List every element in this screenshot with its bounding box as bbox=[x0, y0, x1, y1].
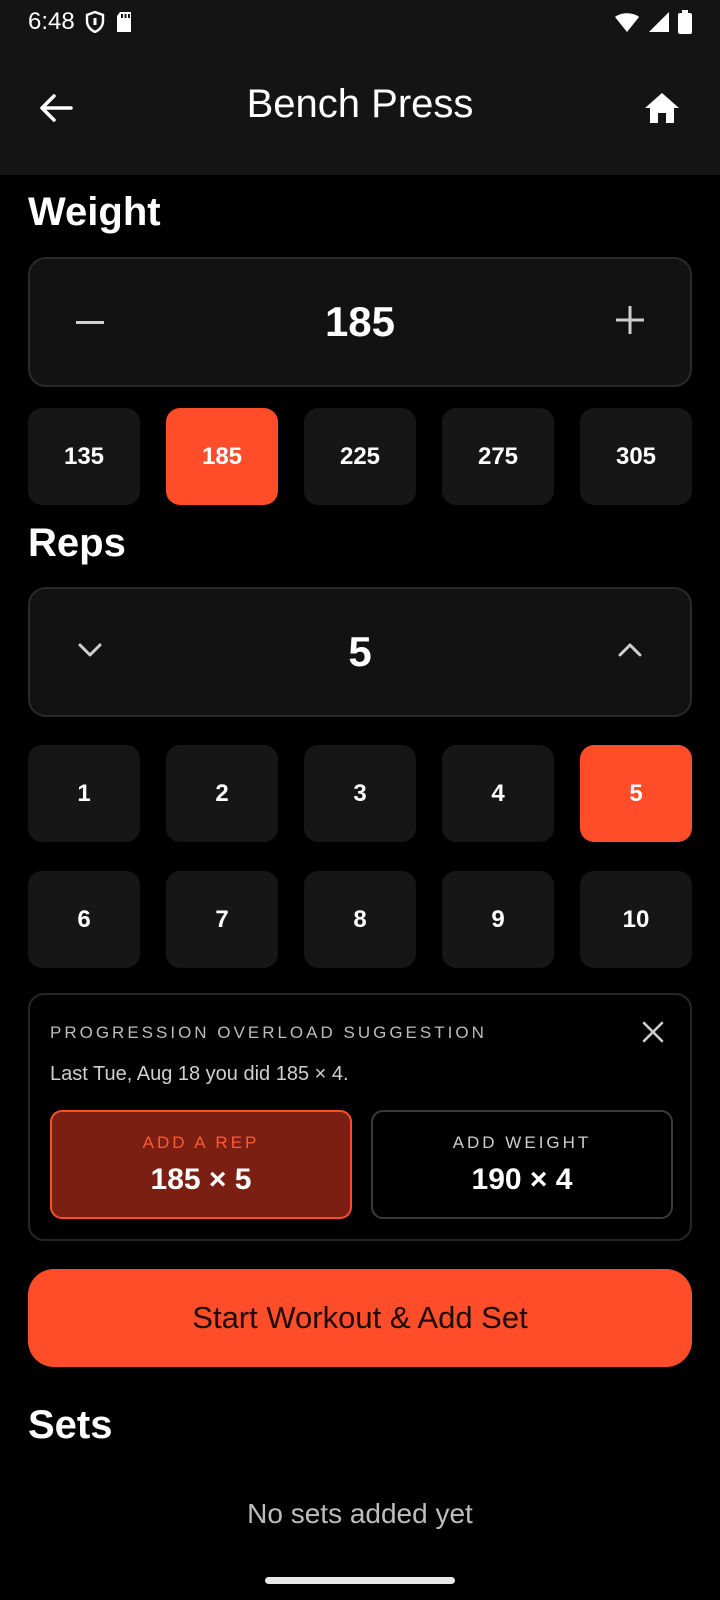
reps-preset-chip[interactable]: 4 bbox=[442, 745, 554, 842]
reps-preset-chip[interactable]: 3 bbox=[304, 745, 416, 842]
weight-preset-chip[interactable]: 305 bbox=[580, 408, 692, 505]
page-title: Bench Press bbox=[246, 82, 474, 126]
chevron-up-icon bbox=[618, 643, 642, 662]
home-icon[interactable] bbox=[642, 88, 682, 128]
shield-icon bbox=[85, 11, 105, 33]
suggestion-label: PROGRESSION OVERLOAD SUGGESTION bbox=[50, 1023, 487, 1042]
reps-presets-row-1: 1 2 3 4 5 bbox=[28, 745, 692, 842]
reps-presets-row-2: 6 7 8 9 10 bbox=[28, 871, 692, 968]
sd-card-icon bbox=[115, 11, 133, 33]
weight-preset-chip[interactable]: 225 bbox=[304, 408, 416, 505]
add-weight-button[interactable]: ADD WEIGHT 190 × 4 bbox=[371, 1110, 673, 1219]
sets-section-title: Sets bbox=[28, 1403, 113, 1447]
status-left: 6:48 bbox=[28, 8, 133, 36]
progression-suggestion-card: PROGRESSION OVERLOAD SUGGESTION Last Tue… bbox=[28, 993, 692, 1241]
weight-preset-chip[interactable]: 135 bbox=[28, 408, 140, 505]
weight-stepper: 185 bbox=[28, 257, 692, 387]
app-bar: Bench Press bbox=[0, 44, 720, 175]
weight-preset-chip[interactable]: 275 bbox=[442, 408, 554, 505]
battery-icon bbox=[678, 10, 692, 34]
reps-stepper: 5 bbox=[28, 587, 692, 717]
plus-icon bbox=[615, 305, 645, 340]
start-workout-button[interactable]: Start Workout & Add Set bbox=[28, 1269, 692, 1367]
add-weight-value: 190 × 4 bbox=[471, 1162, 573, 1196]
suggestion-text: Last Tue, Aug 18 you did 185 × 4. bbox=[50, 1063, 349, 1085]
home-indicator[interactable] bbox=[265, 1577, 455, 1584]
weight-presets: 135 185 225 275 305 bbox=[28, 408, 692, 505]
wifi-icon bbox=[614, 11, 640, 33]
add-rep-value: 185 × 5 bbox=[150, 1162, 252, 1196]
status-bar: 6:48 bbox=[0, 0, 720, 44]
reps-preset-chip-selected[interactable]: 5 bbox=[580, 745, 692, 842]
add-rep-label: ADD A REP bbox=[142, 1132, 260, 1152]
reps-preset-chip[interactable]: 10 bbox=[580, 871, 692, 968]
reps-preset-chip[interactable]: 7 bbox=[166, 871, 278, 968]
screen: 6:48 Bench Press Weight 185 135 185 225 … bbox=[0, 0, 720, 1600]
reps-preset-chip[interactable]: 9 bbox=[442, 871, 554, 968]
reps-preset-chip[interactable]: 2 bbox=[166, 745, 278, 842]
weight-section-title: Weight bbox=[28, 190, 161, 234]
reps-preset-chip[interactable]: 6 bbox=[28, 871, 140, 968]
reps-preset-chip[interactable]: 8 bbox=[304, 871, 416, 968]
close-icon[interactable] bbox=[638, 1017, 668, 1047]
add-weight-label: ADD WEIGHT bbox=[452, 1132, 592, 1152]
weight-increment-button[interactable] bbox=[570, 259, 690, 385]
reps-preset-chip[interactable]: 1 bbox=[28, 745, 140, 842]
add-rep-button[interactable]: ADD A REP 185 × 5 bbox=[50, 1110, 352, 1219]
sets-empty-text: No sets added yet bbox=[247, 1498, 473, 1529]
weight-preset-chip-selected[interactable]: 185 bbox=[166, 408, 278, 505]
reps-section-title: Reps bbox=[28, 521, 126, 565]
status-right bbox=[614, 10, 692, 34]
status-time: 6:48 bbox=[28, 8, 75, 35]
reps-increment-button[interactable] bbox=[570, 589, 690, 715]
signal-icon bbox=[648, 11, 670, 33]
